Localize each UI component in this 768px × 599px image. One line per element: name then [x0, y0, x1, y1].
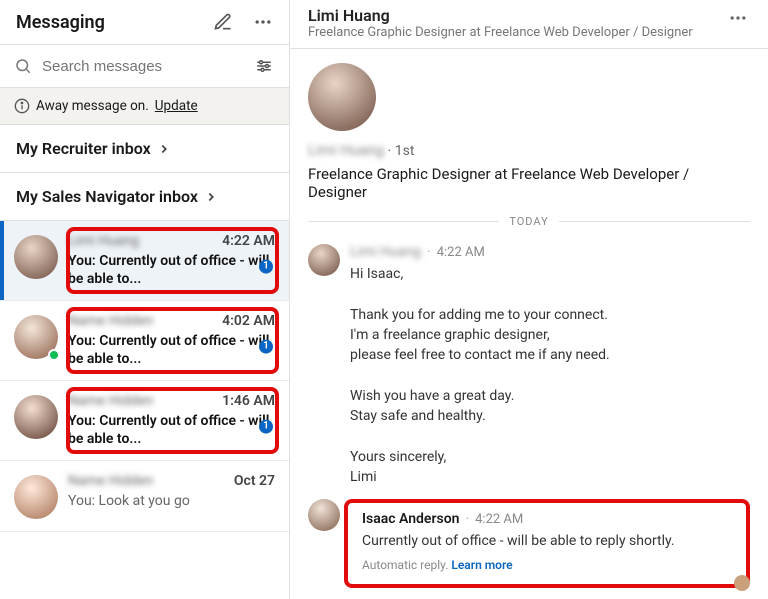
thread-item[interactable]: Limi Huang 4:22 AM You: Currently out of…	[0, 221, 289, 301]
thread-name: Name Hidden	[68, 473, 153, 489]
unread-badge: 1	[259, 259, 273, 273]
sidebar-title: Messaging	[16, 12, 105, 33]
recruiter-inbox-section[interactable]: My Recruiter inbox	[0, 125, 289, 173]
info-icon	[14, 98, 30, 114]
thread-time: 1:46 AM	[222, 393, 275, 409]
away-update-link[interactable]: Update	[155, 98, 198, 114]
conversation-more-button[interactable]	[726, 6, 750, 30]
divider-label: TODAY	[509, 215, 548, 228]
sliders-icon	[255, 57, 273, 75]
section-label: My Recruiter inbox	[16, 139, 151, 158]
thread-snippet: You: Look at you go	[68, 493, 275, 511]
sales-navigator-inbox-section[interactable]: My Sales Navigator inbox	[0, 173, 289, 221]
message-time: 4:22 AM	[475, 512, 523, 527]
message-text: Hi Isaac, Thank you for adding me to you…	[350, 264, 750, 487]
learn-more-link[interactable]: Learn more	[451, 558, 512, 572]
contact-subtitle: Freelance Graphic Designer at Freelance …	[308, 25, 693, 40]
unread-badge: 1	[259, 419, 273, 433]
conversation-body: Limi Huang · 1st Freelance Graphic Desig…	[290, 49, 768, 599]
sidebar-header: Messaging	[0, 0, 289, 45]
away-banner: Away message on. Update	[0, 88, 289, 125]
thread-snippet: You: Currently out of office - will be a…	[68, 333, 275, 368]
presence-indicator	[48, 349, 60, 361]
message: Limi Huang · 4:22 AM Hi Isaac, Thank you…	[308, 238, 750, 493]
profile-headline: Freelance Graphic Designer at Freelance …	[308, 165, 750, 201]
section-label: My Sales Navigator inbox	[16, 187, 198, 206]
thread-time: Oct 27	[234, 473, 275, 489]
thread-time: 4:22 AM	[222, 233, 275, 249]
conversation-pane: Limi Huang Freelance Graphic Designer at…	[290, 0, 768, 599]
thread-item[interactable]: Name Hidden Oct 27 You: Look at you go	[0, 461, 289, 532]
message-sender[interactable]: Isaac Anderson	[362, 511, 459, 527]
thread-name: Name Hidden	[68, 313, 153, 329]
profile-inline[interactable]: Limi Huang · 1st Freelance Graphic Desig…	[308, 63, 750, 201]
compose-button[interactable]	[211, 10, 235, 34]
date-divider: TODAY	[308, 215, 750, 228]
thread-list: Limi Huang 4:22 AM You: Currently out of…	[0, 221, 289, 599]
avatar	[308, 63, 376, 131]
unread-badge: 1	[259, 339, 273, 353]
filter-button[interactable]	[253, 55, 275, 77]
avatar	[14, 235, 58, 279]
search-input[interactable]	[42, 58, 243, 75]
read-receipt-avatar	[734, 575, 750, 591]
conversation-header: Limi Huang Freelance Graphic Designer at…	[290, 0, 768, 49]
message-time: 4:22 AM	[437, 245, 485, 260]
avatar[interactable]	[308, 499, 340, 531]
message-sender[interactable]: Limi Huang	[350, 244, 421, 260]
search-row	[0, 45, 289, 88]
profile-degree: · 1st	[388, 143, 415, 159]
avatar	[14, 475, 58, 519]
ellipsis-icon	[728, 8, 748, 28]
message: Isaac Anderson · 4:22 AM Currently out o…	[308, 493, 750, 593]
chevron-right-icon	[157, 142, 171, 156]
thread-name: Name Hidden	[68, 393, 153, 409]
messaging-sidebar: Messaging Away message on. Update	[0, 0, 290, 599]
profile-name: Limi Huang	[308, 141, 384, 159]
thread-time: 4:02 AM	[222, 313, 275, 329]
compose-icon	[213, 12, 233, 32]
more-button[interactable]	[251, 10, 275, 34]
avatar	[14, 395, 58, 439]
away-banner-text: Away message on.	[36, 98, 149, 114]
annotation-highlight: Isaac Anderson · 4:22 AM Currently out o…	[344, 499, 750, 587]
thread-item[interactable]: Name Hidden 4:02 AM You: Currently out o…	[0, 301, 289, 381]
chevron-right-icon	[204, 190, 218, 204]
avatar	[14, 315, 58, 359]
automatic-reply-tag: Automatic reply. Learn more	[362, 558, 732, 572]
ellipsis-icon	[253, 12, 273, 32]
avatar[interactable]	[308, 244, 340, 276]
thread-name: Limi Huang	[68, 233, 139, 249]
message-text: Currently out of office - will be able t…	[362, 531, 732, 551]
thread-snippet: You: Currently out of office - will be a…	[68, 253, 275, 288]
search-icon	[14, 57, 32, 75]
thread-snippet: You: Currently out of office - will be a…	[68, 413, 275, 448]
thread-item[interactable]: Name Hidden 1:46 AM You: Currently out o…	[0, 381, 289, 461]
contact-name[interactable]: Limi Huang	[308, 6, 693, 25]
